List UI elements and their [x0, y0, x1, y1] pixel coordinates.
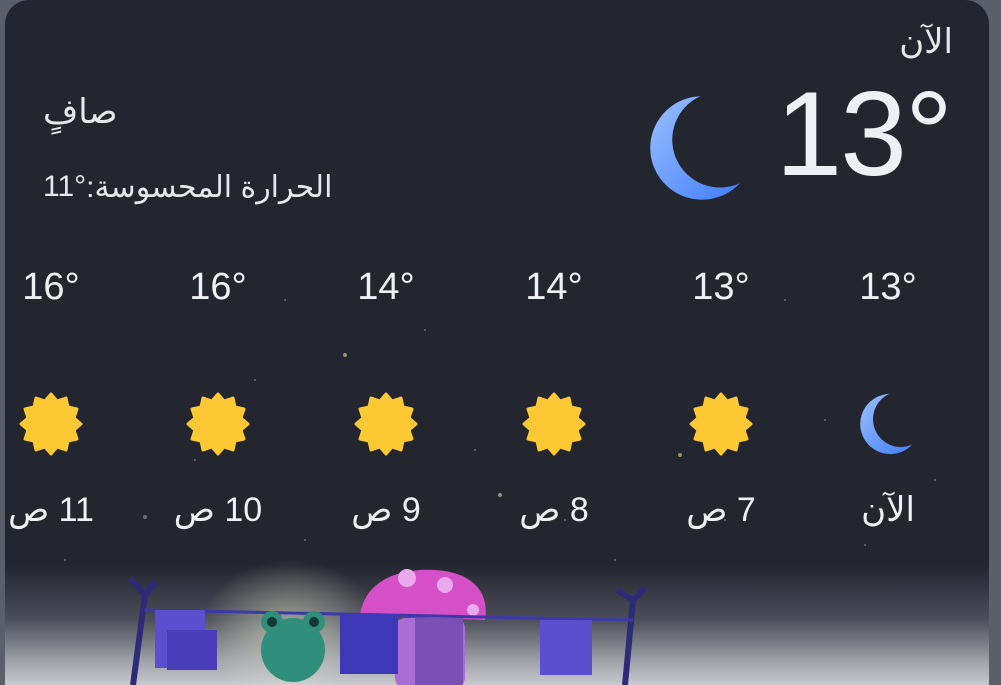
hourly-label: الآن — [861, 491, 915, 529]
hanging-cloth — [167, 630, 217, 670]
hourly-label: 11 ص — [8, 491, 94, 529]
mushroom-spot — [467, 604, 479, 616]
sun-icon — [186, 392, 250, 456]
feels-like-label: الحرارة المحسوسة: — [86, 171, 333, 204]
hourly-temp: 16° — [189, 266, 247, 308]
frog-pupil — [309, 617, 319, 627]
tree-right — [615, 585, 648, 685]
moon-icon — [650, 96, 740, 200]
hanging-cloth — [540, 620, 592, 675]
mushroom-spot — [398, 569, 416, 587]
hourly-label: 10 ص — [173, 491, 263, 529]
current-temperature: 13° — [775, 67, 953, 201]
moon-icon — [860, 393, 913, 455]
hourly-temp: 14° — [525, 266, 583, 308]
sun-icon — [689, 392, 753, 456]
hourly-label: 9 ص — [351, 491, 421, 529]
hourly-label: 8 ص — [519, 491, 589, 529]
mushroom-cap — [360, 569, 486, 620]
feels-like-value: 11° — [43, 170, 87, 203]
frog-pupil — [267, 617, 277, 627]
tree-left — [127, 576, 158, 685]
weather-card: الآن 13° صافٍ 11° الحرارة المحسوسة: 13° ا… — [5, 0, 989, 685]
mushroom-spot — [437, 577, 453, 593]
hourly-temp: 13° — [859, 266, 917, 308]
sun-icon — [354, 392, 418, 456]
current-label: الآن — [899, 23, 953, 61]
hanging-cloth — [340, 614, 398, 674]
hourly-temp: 13° — [692, 266, 750, 308]
sun-icon — [19, 392, 83, 456]
sun-icon — [522, 392, 586, 456]
hourly-temp: 16° — [22, 266, 80, 308]
hourly-label: 7 ص — [686, 491, 756, 529]
hourly-temp: 14° — [357, 266, 415, 308]
night-scene-illustration — [127, 560, 648, 685]
condition-text: صافٍ — [43, 93, 118, 131]
hanging-cloth — [415, 618, 463, 685]
feels-like: 11° الحرارة المحسوسة: — [43, 170, 332, 205]
